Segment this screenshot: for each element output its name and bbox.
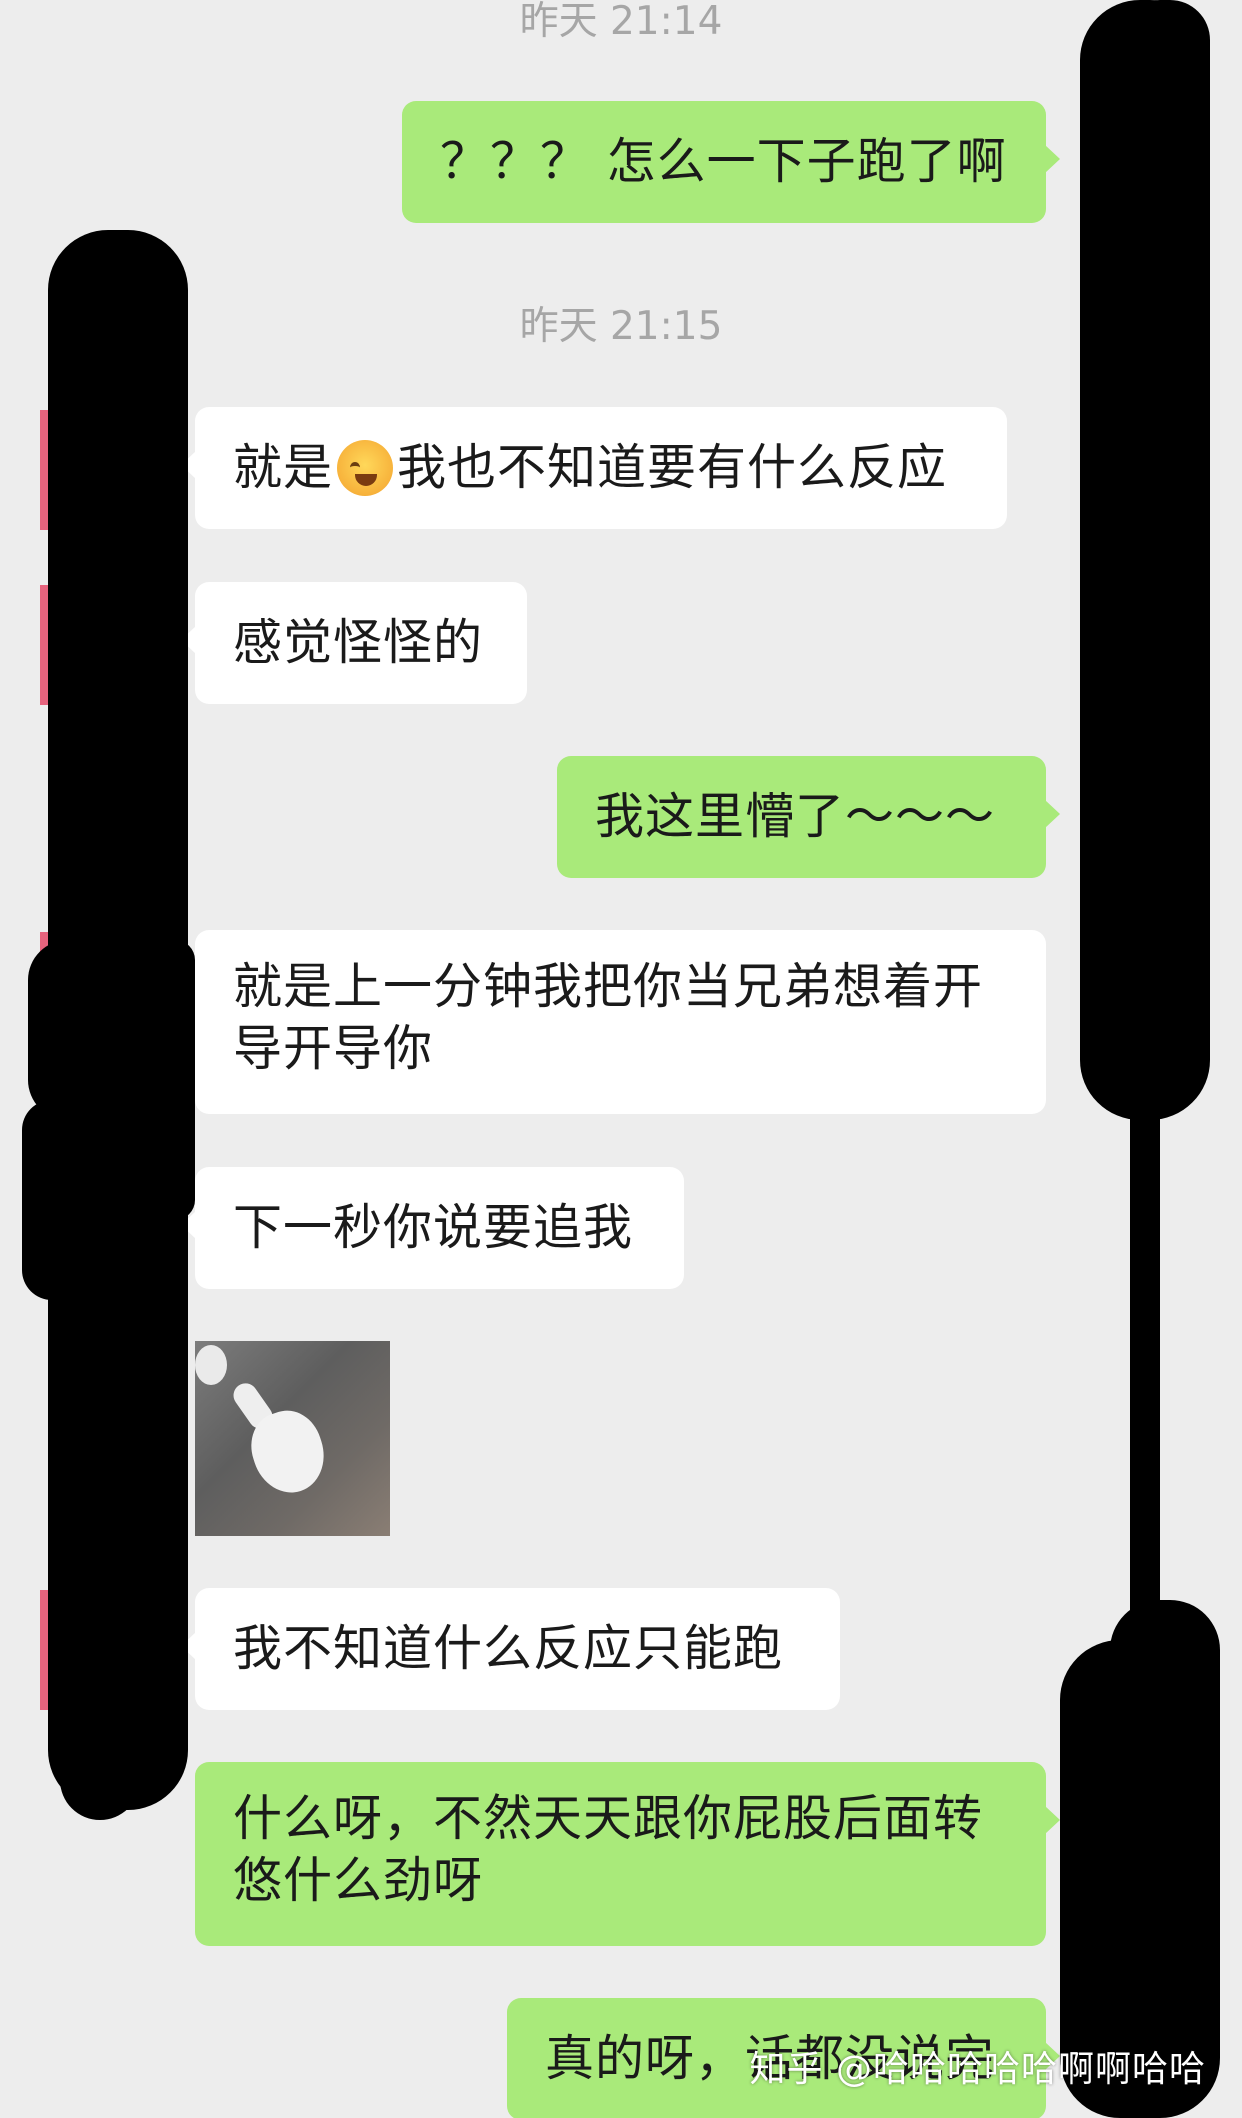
message-bubble-incoming[interactable]: 感觉怪怪的 [181, 582, 527, 704]
image-message[interactable] [195, 1341, 390, 1536]
redaction-mark [155, 940, 195, 1220]
message-text-line: 就是上一分钟我把你当兄弟想着开 [233, 958, 984, 1015]
message-text: 下一秒你说要追我 [233, 1199, 634, 1256]
crying-laughing-emoji-icon [337, 440, 394, 496]
message-text-line: 什么呀，不然天天跟你屁股后面转 [233, 1790, 984, 1847]
message-bubble-incoming[interactable]: 就是上一分钟我把你当兄弟想着开 导开导你 [181, 930, 1046, 1114]
message-text: 我也不知道要有什么反应 [397, 439, 948, 496]
watermark: 知乎 @哈哈哈哈哈啊啊哈哈 [749, 2049, 1206, 2090]
message-text: 我不知道什么反应只能跑 [233, 1620, 784, 1677]
timestamp: 昨天 21:14 [519, 0, 723, 44]
redaction-mark [60, 1700, 140, 1820]
goose-head [195, 1345, 227, 1385]
message-text: 就是 [233, 439, 334, 496]
message-text-line: 悠什么劲呀 [233, 1852, 484, 1909]
message-bubble-incoming[interactable]: 就是 我也不知道要有什么反应 [181, 407, 1007, 529]
message-text: ？？？ 怎么一下子跑了啊 [440, 133, 1007, 190]
message-bubble-outgoing[interactable]: 我这里懵了～～～ [557, 756, 1060, 878]
chat-conversation[interactable]: 昨天 21:14 ？？？ 怎么一下子跑了啊 昨天 21:15 就是 我也不知道要… [0, 0, 1242, 2118]
message-bubble-outgoing[interactable]: ？？？ 怎么一下子跑了啊 [402, 101, 1060, 223]
redaction-mark [1120, 0, 1210, 420]
message-text: 我这里懵了～～～ [595, 788, 996, 845]
message-bubble-outgoing[interactable]: 什么呀，不然天天跟你屁股后面转 悠什么劲呀 [195, 1762, 1060, 1946]
message-bubble-incoming[interactable]: 我不知道什么反应只能跑 [181, 1588, 840, 1710]
redaction-mark [28, 940, 108, 1120]
message-bubble-incoming[interactable]: 下一秒你说要追我 [181, 1167, 684, 1289]
message-text: 感觉怪怪的 [233, 614, 484, 671]
message-text-line: 导开导你 [233, 1020, 434, 1077]
redaction-mark [1110, 1600, 1220, 1900]
redaction-mark [22, 1100, 82, 1300]
